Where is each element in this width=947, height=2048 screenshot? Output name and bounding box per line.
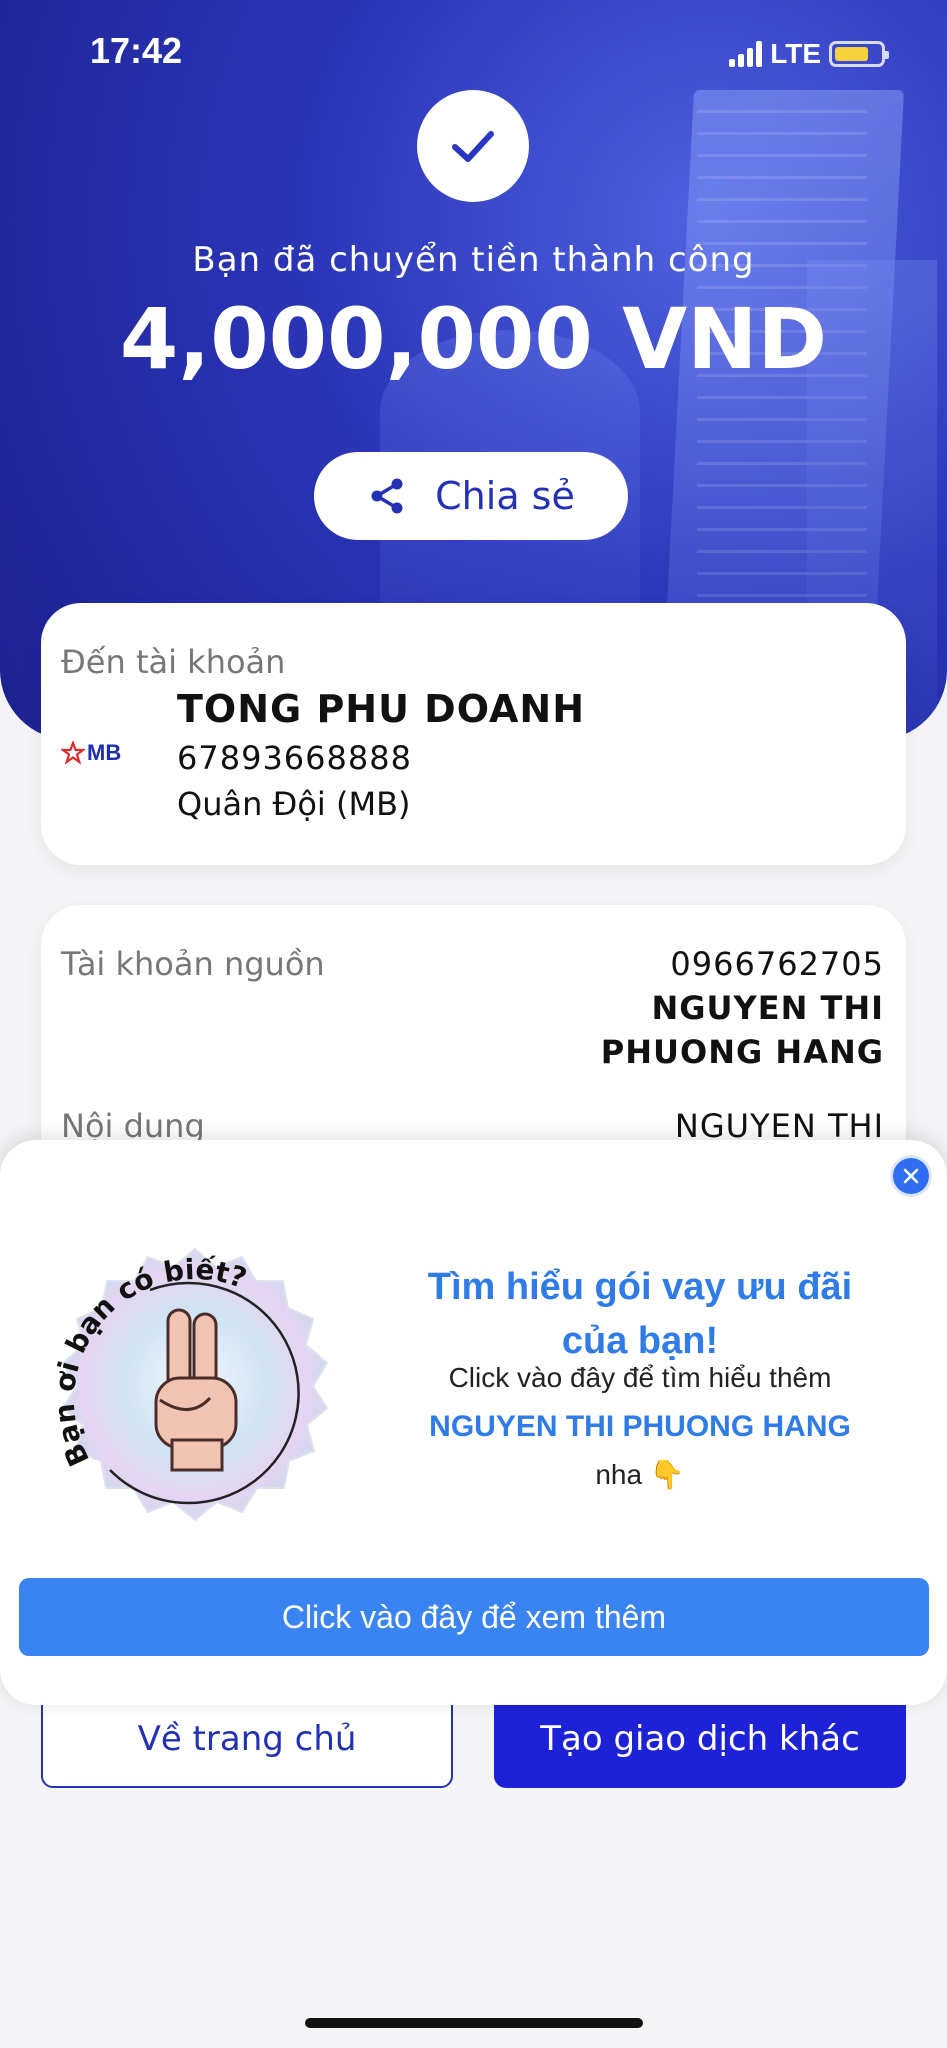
bank-logo: MB	[61, 740, 121, 766]
recipient-bank-name: Quân Đội (MB)	[177, 785, 411, 823]
transfer-success-screen: 17:42 LTE Bạn đã chuyển tiền thành công …	[0, 0, 947, 2048]
status-indicators: LTE	[729, 38, 889, 70]
source-account-name: PHUONG HANG	[600, 1033, 884, 1071]
mb-star-icon	[61, 741, 85, 765]
signal-icon	[729, 41, 763, 67]
success-message: Bạn đã chuyển tiền thành công	[192, 240, 755, 280]
transfer-amount: 4,000,000 VND	[119, 290, 828, 388]
source-account-label: Tài khoản nguồn	[61, 945, 325, 983]
share-button[interactable]: Chia sẻ	[314, 452, 628, 540]
battery-icon	[829, 41, 889, 67]
popup-closing-text: nha	[595, 1459, 643, 1490]
recipient-name: TONG PHU DOANH	[177, 687, 586, 731]
network-label: LTE	[770, 38, 821, 69]
close-icon	[903, 1168, 919, 1184]
popup-title: Tìm hiểu gói vay ưu đãi của bạn!	[427, 1266, 853, 1362]
close-popup-button[interactable]	[893, 1158, 929, 1194]
recipient-card: Đến tài khoản MB TONG PHU DOANH 67893668…	[41, 603, 906, 865]
see-more-button[interactable]: Click vào đây để xem thêm	[19, 1578, 929, 1656]
home-indicator	[305, 2018, 643, 2028]
share-icon	[371, 478, 403, 514]
share-label: Chia sẻ	[435, 474, 575, 518]
pointing-down-icon: 👇	[649, 1459, 685, 1490]
popup-customer-name: NGUYEN THI PHUONG HANG	[429, 1410, 851, 1443]
status-time: 17:42	[90, 30, 183, 71]
source-account-name: NGUYEN THI	[651, 989, 884, 1027]
popup-closing: nha 👇	[390, 1458, 890, 1491]
source-account-number: 0966762705	[670, 945, 884, 983]
recipient-account-number: 67893668888	[177, 739, 412, 777]
bank-logo-text: MB	[87, 740, 122, 765]
recipient-label: Đến tài khoản	[61, 643, 286, 681]
did-you-know-sticker: Bạn ơi bạn có biết?	[48, 1247, 329, 1522]
loan-promo-popup: Bạn ơi bạn có biết? Tìm hiểu gói vay ưu …	[0, 1140, 947, 1705]
success-check-icon	[417, 90, 529, 202]
popup-description: Click vào đây để tìm hiểu thêm	[448, 1362, 832, 1393]
